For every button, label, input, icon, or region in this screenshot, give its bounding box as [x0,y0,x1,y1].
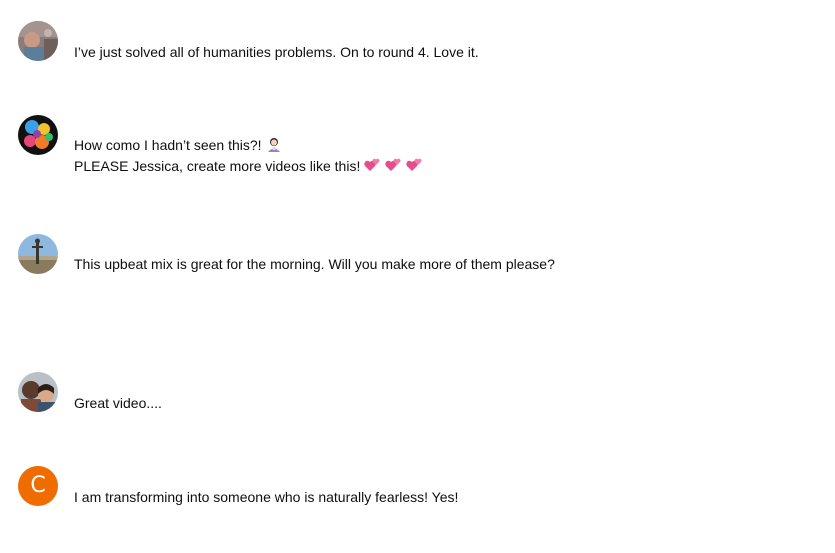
comment-line: PLEASE Jessica, create more videos like … [74,156,423,177]
comment-line: How como I hadn’t seen this?! [74,135,423,156]
comment-line: This upbeat mix is great for the morning… [74,256,555,272]
comment-text: This upbeat mix is great for the morning… [74,254,555,275]
landscape-avatar-icon [18,234,58,274]
comment-text: I am transforming into someone who is na… [74,487,458,508]
photo-avatar-icon [18,21,58,61]
two-hearts-emoji [364,157,381,173]
user-photo-avatar[interactable] [18,21,58,61]
person-shrugging-emoji [266,136,282,152]
comment-text: How como I hadn’t seen this?! PLEASE Jes… [74,135,423,177]
letter-avatar[interactable]: C [18,466,58,506]
two-hearts-emoji [385,157,402,173]
landscape-photo-avatar[interactable] [18,234,58,274]
comment-text: I’ve just solved all of humanities probl… [74,42,479,63]
couple-photo-avatar[interactable] [18,372,58,412]
colorful-art-avatar[interactable] [18,115,58,155]
two-hearts-emoji [406,157,423,173]
art-avatar-icon [18,115,58,155]
comment-line-text: How como I hadn’t seen this?! [74,137,262,153]
comment-line: I’ve just solved all of humanities probl… [74,44,479,60]
comment-line: Great video.... [74,395,162,411]
couple-avatar-icon [18,372,58,412]
comment-text: Great video.... [74,393,162,414]
comment-line-text: PLEASE Jessica, create more videos like … [74,158,361,174]
comment-line: I am transforming into someone who is na… [74,489,459,505]
